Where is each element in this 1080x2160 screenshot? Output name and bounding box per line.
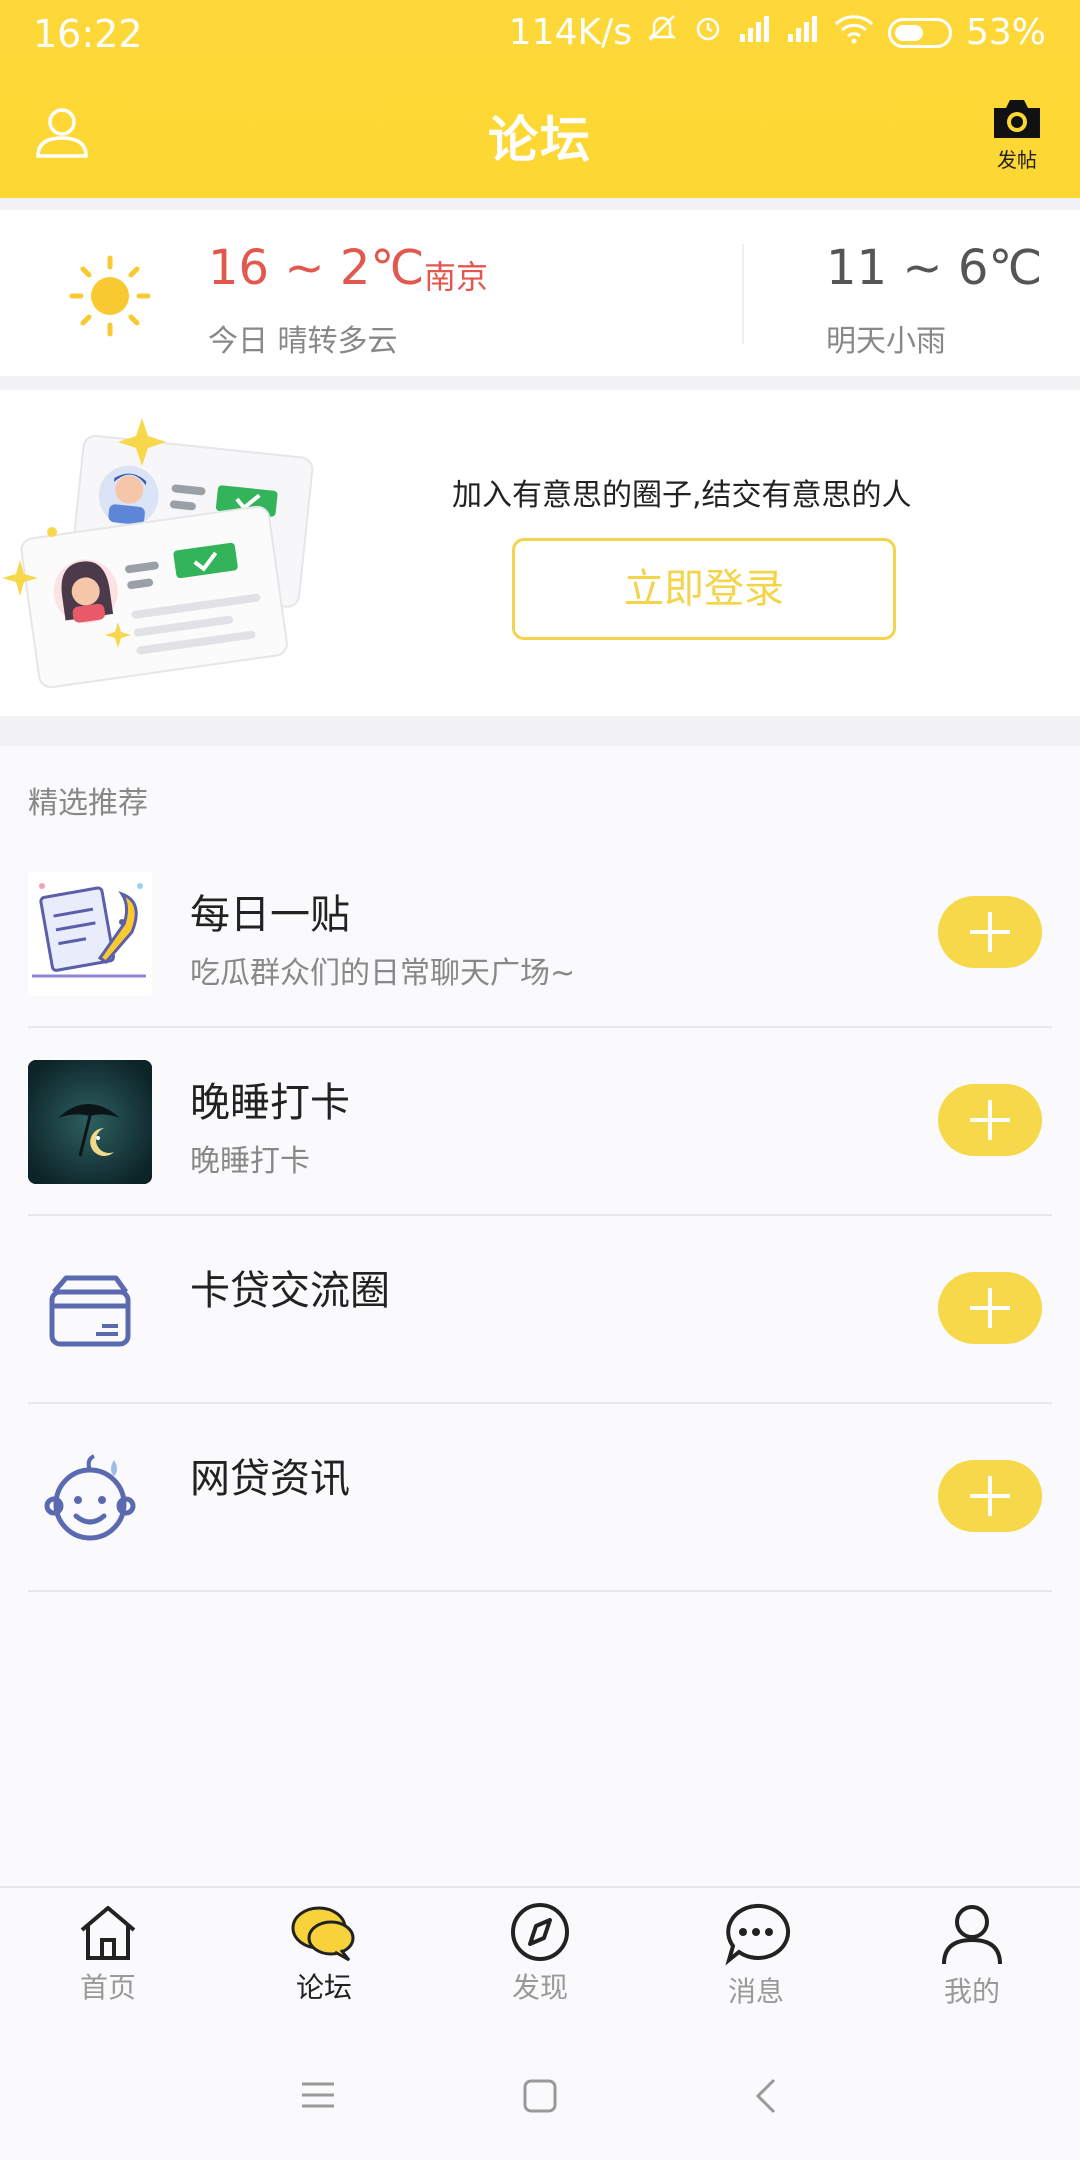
baby-face-icon — [28, 1436, 152, 1560]
divider — [28, 1590, 1052, 1592]
tab-label: 论坛 — [295, 1971, 352, 2004]
today-temperature: 16 ~ 2℃ — [208, 240, 425, 296]
tab-forum[interactable]: 论坛 — [254, 1902, 394, 2006]
alarm-icon — [692, 12, 724, 53]
promo-text: 加入有意思的圈子,结交有意思的人 — [452, 478, 912, 513]
status-time: 16:22 — [33, 12, 143, 56]
signal-icon — [738, 12, 772, 53]
circle-name: 卡贷交流圈 — [190, 1268, 390, 1314]
profile-cards-illustration — [0, 414, 330, 704]
list-item[interactable]: 网贷资讯 — [28, 1404, 1080, 1592]
tab-label: 发现 — [511, 1971, 568, 2004]
sun-icon — [68, 254, 152, 338]
night-moon-icon — [28, 1060, 152, 1184]
app-header: 16:22 114K/s 53% 论坛 发帖 — [0, 0, 1080, 198]
list-item[interactable]: 每日一贴 吃瓜群众们的日常聊天广场~ — [28, 840, 1080, 1028]
login-button[interactable]: 立即登录 — [512, 538, 896, 640]
recommended-section: 精选推荐 每日一贴 吃瓜群众们的日常聊天广场~ 晚睡打卡 晚睡打卡 卡贷交流圈 … — [0, 746, 1080, 1886]
profile-icon — [942, 1905, 1002, 1965]
tab-profile[interactable]: 我的 — [902, 1902, 1042, 2010]
message-icon — [725, 1903, 791, 1966]
list-item[interactable]: 晚睡打卡 晚睡打卡 — [28, 1028, 1080, 1216]
tab-home[interactable]: 首页 — [38, 1902, 178, 2006]
circle-name: 每日一贴 — [190, 892, 350, 938]
section-heading: 精选推荐 — [28, 786, 148, 821]
system-nav-bar — [0, 2030, 1080, 2160]
bottom-tab-bar: 首页 论坛 发现 消息 我的 — [0, 1886, 1080, 2030]
weather-divider — [742, 244, 744, 344]
daily-post-icon — [28, 872, 152, 996]
tomorrow-temperature: 11 ~ 6℃ — [826, 240, 1043, 296]
circle-name: 晚睡打卡 — [190, 1080, 350, 1126]
status-bar: 16:22 114K/s 53% — [0, 0, 1080, 66]
list-item[interactable]: 卡贷交流圈 — [28, 1216, 1080, 1404]
today-description: 今日 晴转多云 — [208, 324, 398, 359]
login-promo: 加入有意思的圈子,结交有意思的人 立即登录 — [0, 390, 1080, 716]
battery-percent: 53% — [965, 12, 1046, 53]
join-button[interactable] — [938, 1272, 1042, 1344]
weather-card[interactable]: 16 ~ 2℃ 南京 今日 晴转多云 11 ~ 6℃ 明天小雨 — [0, 210, 1080, 376]
back-icon[interactable] — [754, 2076, 778, 2116]
card-box-icon — [28, 1248, 152, 1372]
battery-icon — [887, 17, 952, 48]
join-button[interactable] — [938, 1084, 1042, 1156]
compass-icon — [511, 1903, 569, 1961]
tab-discover[interactable]: 发现 — [470, 1902, 610, 2006]
tab-label: 消息 — [727, 1975, 784, 2008]
page-title: 论坛 — [488, 111, 592, 169]
city-name: 南京 — [424, 258, 489, 296]
mute-bell-icon — [646, 12, 678, 53]
join-button[interactable] — [938, 1460, 1042, 1532]
home-nav-icon[interactable] — [522, 2078, 558, 2114]
post-button[interactable]: 发帖 — [982, 96, 1052, 173]
signal-icon-2 — [786, 12, 820, 53]
network-speed: 114K/s — [508, 12, 632, 53]
status-indicators: 114K/s 53% — [509, 12, 1046, 53]
menu-icon[interactable] — [300, 2080, 336, 2110]
tomorrow-description: 明天小雨 — [826, 324, 946, 359]
circle-description: 吃瓜群众们的日常聊天广场~ — [190, 956, 576, 991]
wifi-icon — [834, 12, 874, 53]
forum-icon — [291, 1906, 355, 1962]
circle-name: 网贷资讯 — [190, 1456, 350, 1502]
tab-messages[interactable]: 消息 — [686, 1902, 826, 2010]
join-button[interactable] — [938, 896, 1042, 968]
tab-label: 我的 — [943, 1975, 1000, 2008]
circle-description: 晚睡打卡 — [190, 1144, 310, 1179]
post-label: 发帖 — [997, 148, 1037, 172]
tab-label: 首页 — [79, 1971, 136, 2004]
home-icon — [80, 1906, 136, 1960]
